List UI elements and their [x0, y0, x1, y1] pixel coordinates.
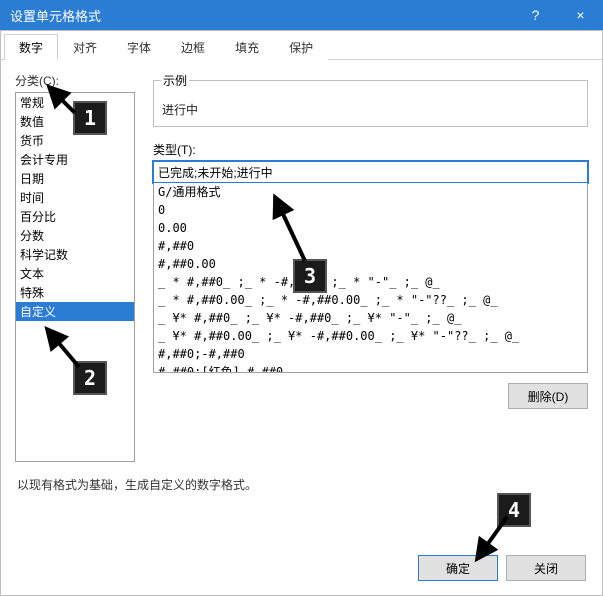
dialog-footer: 确定 关闭 — [418, 555, 586, 581]
category-label: 分类(C): — [15, 72, 135, 89]
category-item[interactable]: 特殊 — [16, 283, 134, 302]
tab-number[interactable]: 数字 — [4, 34, 58, 60]
type-label: 类型(T): — [153, 141, 588, 158]
close-button[interactable]: × — [558, 0, 603, 30]
sample-frame: 进行中 — [153, 80, 588, 127]
format-item[interactable]: _ * #,##0_ ;_ * -#,##0_ ;_ * "-"_ ;_ @_ — [154, 273, 587, 291]
content-area: 分类(C): 常规 数值 货币 会计专用 日期 时间 百分比 分数 科学记数 文… — [1, 60, 602, 462]
category-list[interactable]: 常规 数值 货币 会计专用 日期 时间 百分比 分数 科学记数 文本 特殊 自定… — [15, 92, 135, 462]
format-item[interactable]: G/通用格式 — [154, 183, 587, 201]
category-item[interactable]: 百分比 — [16, 207, 134, 226]
sample-label: 示例 — [161, 72, 189, 89]
format-list[interactable]: G/通用格式 0 0.00 #,##0 #,##0.00 _ * #,##0_ … — [153, 183, 588, 373]
delete-row: 删除(D) — [153, 383, 588, 409]
delete-button[interactable]: 删除(D) — [508, 383, 588, 409]
category-item[interactable]: 货币 — [16, 131, 134, 150]
category-item[interactable]: 科学记数 — [16, 245, 134, 264]
category-panel: 分类(C): 常规 数值 货币 会计专用 日期 时间 百分比 分数 科学记数 文… — [15, 72, 135, 462]
format-item[interactable]: 0.00 — [154, 219, 587, 237]
format-item[interactable]: _ ¥* #,##0.00_ ;_ ¥* -#,##0.00_ ;_ ¥* "-… — [154, 327, 587, 345]
dialog-body: 数字 对齐 字体 边框 填充 保护 分类(C): 常规 数值 货币 会计专用 日… — [0, 30, 603, 596]
detail-panel: 示例 进行中 类型(T): G/通用格式 0 0.00 #,##0 #,##0.… — [153, 72, 588, 462]
category-item[interactable]: 数值 — [16, 112, 134, 131]
format-item[interactable]: _ ¥* #,##0_ ;_ ¥* -#,##0_ ;_ ¥* "-"_ ;_ … — [154, 309, 587, 327]
format-item[interactable]: #,##0.00 — [154, 255, 587, 273]
category-item[interactable]: 文本 — [16, 264, 134, 283]
format-item[interactable]: #,##0;[红色]-#,##0 — [154, 363, 587, 373]
close-dialog-button[interactable]: 关闭 — [506, 555, 586, 581]
category-item[interactable]: 会计专用 — [16, 150, 134, 169]
ok-button[interactable]: 确定 — [418, 555, 498, 581]
tab-bar: 数字 对齐 字体 边框 填充 保护 — [1, 33, 602, 60]
tab-border[interactable]: 边框 — [166, 34, 220, 60]
format-item[interactable]: _ * #,##0.00_ ;_ * -#,##0.00_ ;_ * "-"??… — [154, 291, 587, 309]
category-item[interactable]: 常规 — [16, 93, 134, 112]
category-item[interactable]: 时间 — [16, 188, 134, 207]
title-bar: 设置单元格格式 ? × — [0, 0, 603, 30]
tab-fill[interactable]: 填充 — [220, 34, 274, 60]
type-input[interactable] — [153, 161, 588, 183]
tab-font[interactable]: 字体 — [112, 34, 166, 60]
category-item[interactable]: 分数 — [16, 226, 134, 245]
category-item[interactable]: 日期 — [16, 169, 134, 188]
sample-value: 进行中 — [162, 101, 579, 118]
window-controls: ? × — [513, 0, 603, 30]
tab-protect[interactable]: 保护 — [274, 34, 328, 60]
category-item-custom[interactable]: 自定义 — [16, 302, 134, 321]
help-button[interactable]: ? — [513, 0, 558, 30]
sample-group: 示例 进行中 — [153, 72, 588, 127]
tab-align[interactable]: 对齐 — [58, 34, 112, 60]
format-item[interactable]: 0 — [154, 201, 587, 219]
format-item[interactable]: #,##0;-#,##0 — [154, 345, 587, 363]
format-item[interactable]: #,##0 — [154, 237, 587, 255]
window-title: 设置单元格格式 — [10, 6, 513, 25]
hint-text: 以现有格式为基础，生成自定义的数字格式。 — [1, 462, 602, 507]
